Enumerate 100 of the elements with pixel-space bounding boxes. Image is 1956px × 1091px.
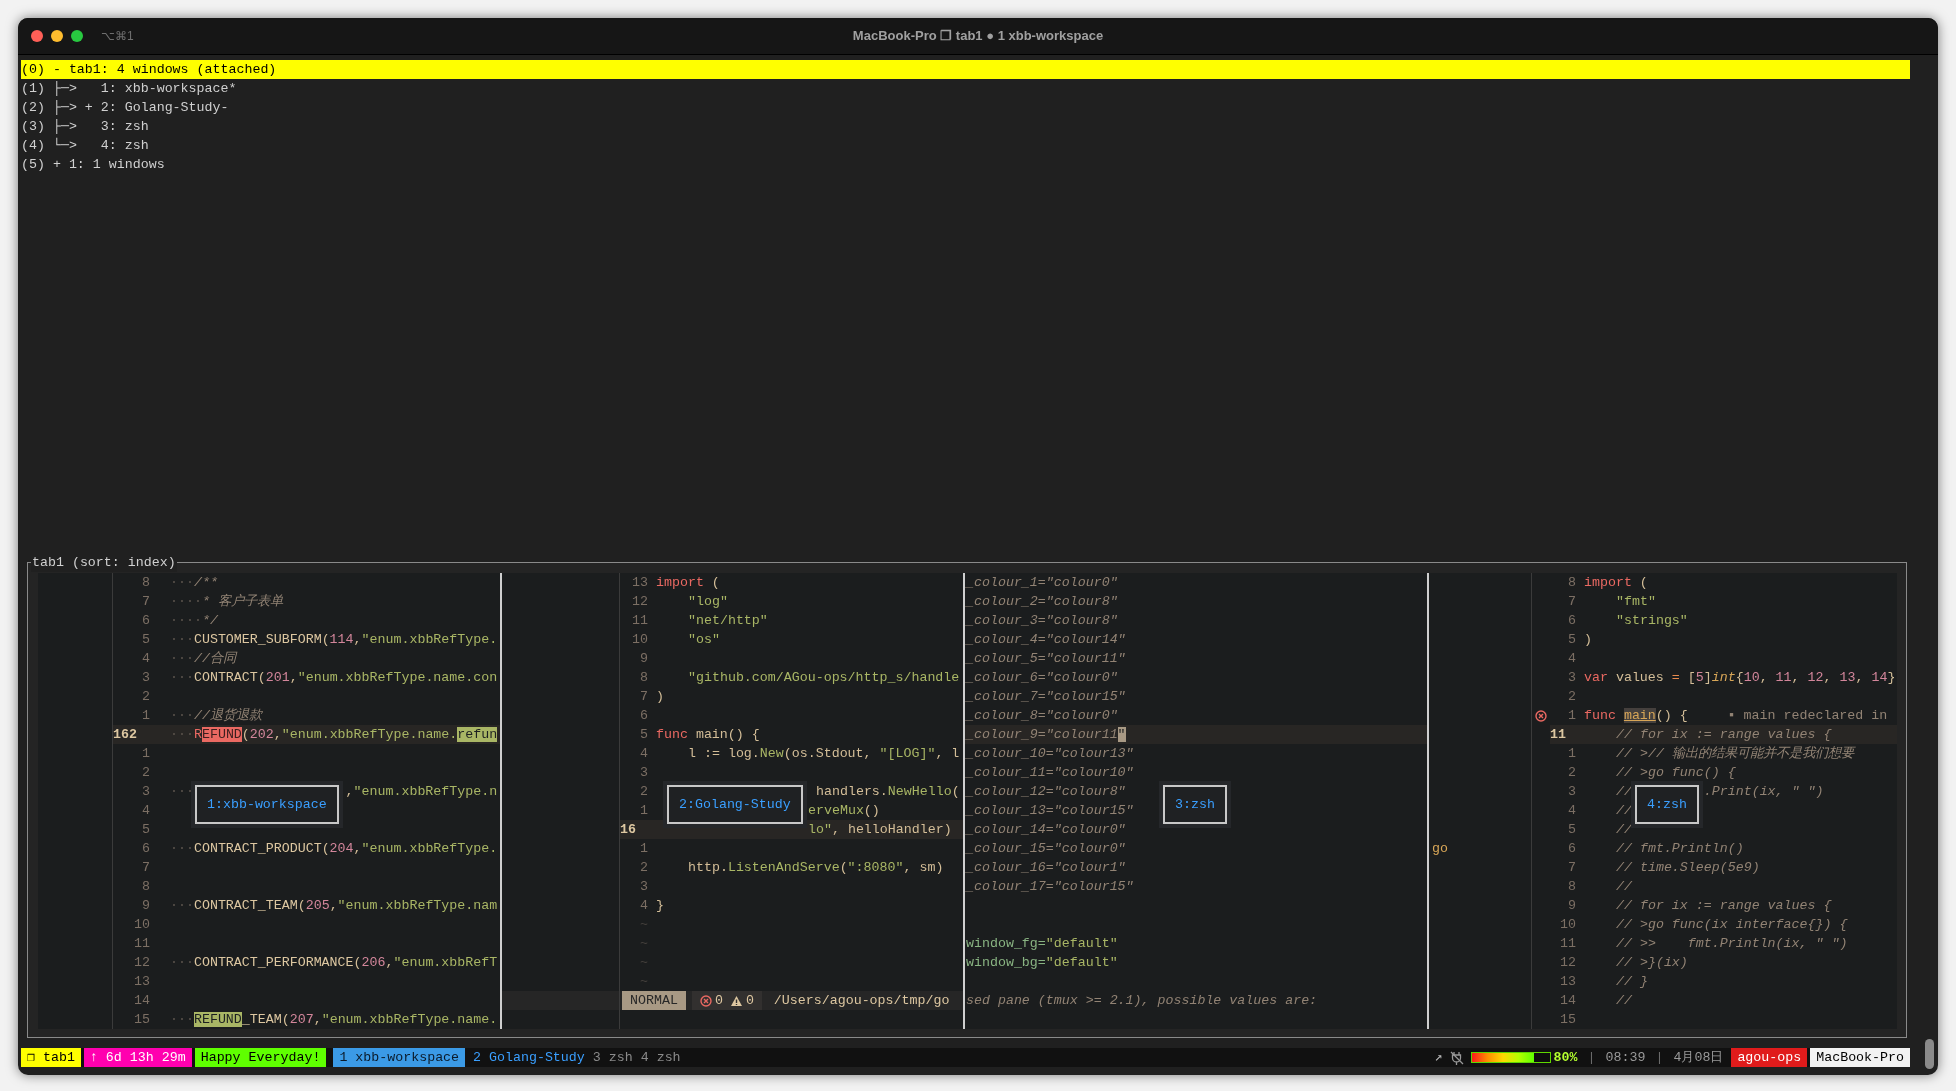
session-name: ❐ tab1 (21, 1048, 81, 1067)
tree-item[interactable]: (1) ├─> 1: xbb-workspace* (21, 79, 1910, 98)
line-number: 4 (142, 650, 150, 668)
line-number: 8 (1568, 878, 1576, 896)
code-line: _colour_13="colour15" (966, 802, 1134, 820)
code-line: // fmt.Println() (1616, 840, 1744, 858)
error-sign-icon (1535, 709, 1547, 722)
clock: 08:39 (1605, 1049, 1646, 1067)
shortcut-label: ⌥⌘1 (101, 28, 134, 45)
line-number: 9 (1568, 897, 1576, 915)
code-line: ···/** (170, 574, 218, 592)
code-line: _colour_11="colour10" (966, 764, 1134, 782)
line-number: 12 (134, 954, 150, 972)
code-line: ···CONTRACT_TEAM(205,"enum.xbbRefType.nam (170, 897, 498, 915)
code-line: ···CONTRACT_PERFORMANCE(206,"enum.xbbRefT (170, 954, 498, 972)
tree-item[interactable]: (0) - tab1: 4 windows (attached) (21, 60, 1910, 79)
line-number: 14 (1560, 992, 1576, 1010)
line-number: 11 (1560, 935, 1576, 953)
line-number: 162 (113, 726, 137, 744)
window-label: 3:zsh (1163, 785, 1227, 824)
code-line: ) (1584, 631, 1592, 649)
line-number: 1 (640, 802, 648, 820)
line-number: 16 (620, 821, 636, 839)
code-line: ····* 客户子表单 (170, 593, 283, 611)
line-number: 14 (134, 992, 150, 1010)
window-tab[interactable]: 3 zsh (592, 1048, 633, 1067)
line-number: 5 (142, 631, 150, 649)
code-line: ···//合同 (170, 650, 236, 668)
code-line: _colour_3="colour8" (966, 612, 1118, 630)
window-label: 1:xbb-workspace (195, 785, 339, 824)
tree-item[interactable]: (4) └─> 4: zsh (21, 136, 1910, 155)
minimize-button[interactable] (51, 30, 63, 42)
window-tab[interactable]: 2 Golang-Study (473, 1048, 585, 1067)
line-number: ~ (640, 954, 648, 972)
line-number: 6 (1568, 612, 1576, 630)
code-line: _colour_2="colour8" (966, 593, 1118, 611)
code-line: _colour_7="colour15" (966, 688, 1126, 706)
line-number: 2 (142, 688, 150, 706)
line-number: 3 (640, 878, 648, 896)
code-line: _colour_16="colour1" (966, 859, 1126, 877)
line-number: 5 (640, 726, 648, 744)
line-number: 1 (1568, 707, 1576, 725)
line-number: 7 (1568, 859, 1576, 877)
tree-item[interactable]: (5) + 1: 1 windows (21, 155, 1910, 174)
code-line: _colour_14="colour0" (966, 821, 1126, 839)
scrollbar-thumb[interactable] (1925, 1039, 1934, 1069)
code-line: // >> fmt.Println(ix, " ") (1616, 935, 1848, 953)
line-number: ~ (640, 916, 648, 934)
line-number: 8 (1568, 574, 1576, 592)
line-number: 3 (1568, 783, 1576, 801)
code-line: _colour_4="colour14" (966, 631, 1126, 649)
mode-indicator: NORMAL (622, 991, 686, 1010)
code-line: // (1616, 821, 1632, 839)
line-number: 10 (632, 631, 648, 649)
pane-preview[interactable] (1429, 573, 1897, 1029)
code-line: "github.com/AGou-ops/http_s/handle (688, 669, 960, 687)
line-number: 4 (640, 897, 648, 915)
code-line: erveMux() (808, 802, 880, 820)
code-line: // >go func() { (1616, 764, 1736, 782)
code-line: ···CUSTOMER_SUBFORM(114,"enum.xbbRefType. (170, 631, 498, 649)
divider-text: | (1587, 1049, 1596, 1067)
line-number: 3 (142, 783, 150, 801)
line-number: 11 (632, 612, 648, 630)
pane-preview[interactable] (38, 573, 500, 1029)
code-line: _colour_15="colour0" (966, 840, 1126, 858)
pane-preview[interactable] (502, 573, 963, 1029)
tree-item[interactable]: (3) ├─> 3: zsh (21, 117, 1910, 136)
line-number: 3 (142, 669, 150, 687)
error-count: 0 (714, 992, 723, 1010)
date: 4月08日 (1673, 1049, 1724, 1067)
zoom-button[interactable] (71, 30, 83, 42)
code-line: ····*/ (170, 612, 218, 630)
line-number: 6 (1568, 840, 1576, 858)
code-line: ···//退货退款 (170, 707, 262, 725)
code-line: // (1616, 802, 1632, 820)
line-number: 4 (142, 802, 150, 820)
code-line: // >}(ix) (1616, 954, 1688, 972)
plug-icon (1448, 1049, 1465, 1066)
code-line: import ( (1584, 574, 1648, 592)
host-name: MacBook-Pro (1810, 1048, 1910, 1067)
code-line: _colour_6="colour0" (966, 669, 1118, 687)
code-line: "strings" (1616, 612, 1688, 630)
window-tab[interactable]: 1 xbb-workspace (333, 1048, 466, 1067)
line-number: 12 (632, 593, 648, 611)
close-button[interactable] (31, 30, 43, 42)
line-number: 5 (1568, 631, 1576, 649)
divider-text: | (1655, 1049, 1664, 1067)
pane-preview[interactable] (965, 573, 1427, 1029)
line-number: 9 (640, 650, 648, 668)
line-number: 5 (142, 821, 150, 839)
line-number: ~ (640, 935, 648, 953)
line-number: 9 (142, 897, 150, 915)
code-line: // for ix := range values { (1616, 897, 1832, 915)
code-line: func main() { (656, 726, 760, 744)
code-line: _colour_10="colour13" (966, 745, 1134, 763)
prefix-indicator: ↗ (1434, 1049, 1443, 1067)
line-number: 12 (1560, 954, 1576, 972)
tree-item[interactable]: (2) ├─> + 2: Golang-Study- (21, 98, 1910, 117)
window-tab[interactable]: 4 zsh (640, 1048, 681, 1067)
line-number: 2 (1568, 764, 1576, 782)
